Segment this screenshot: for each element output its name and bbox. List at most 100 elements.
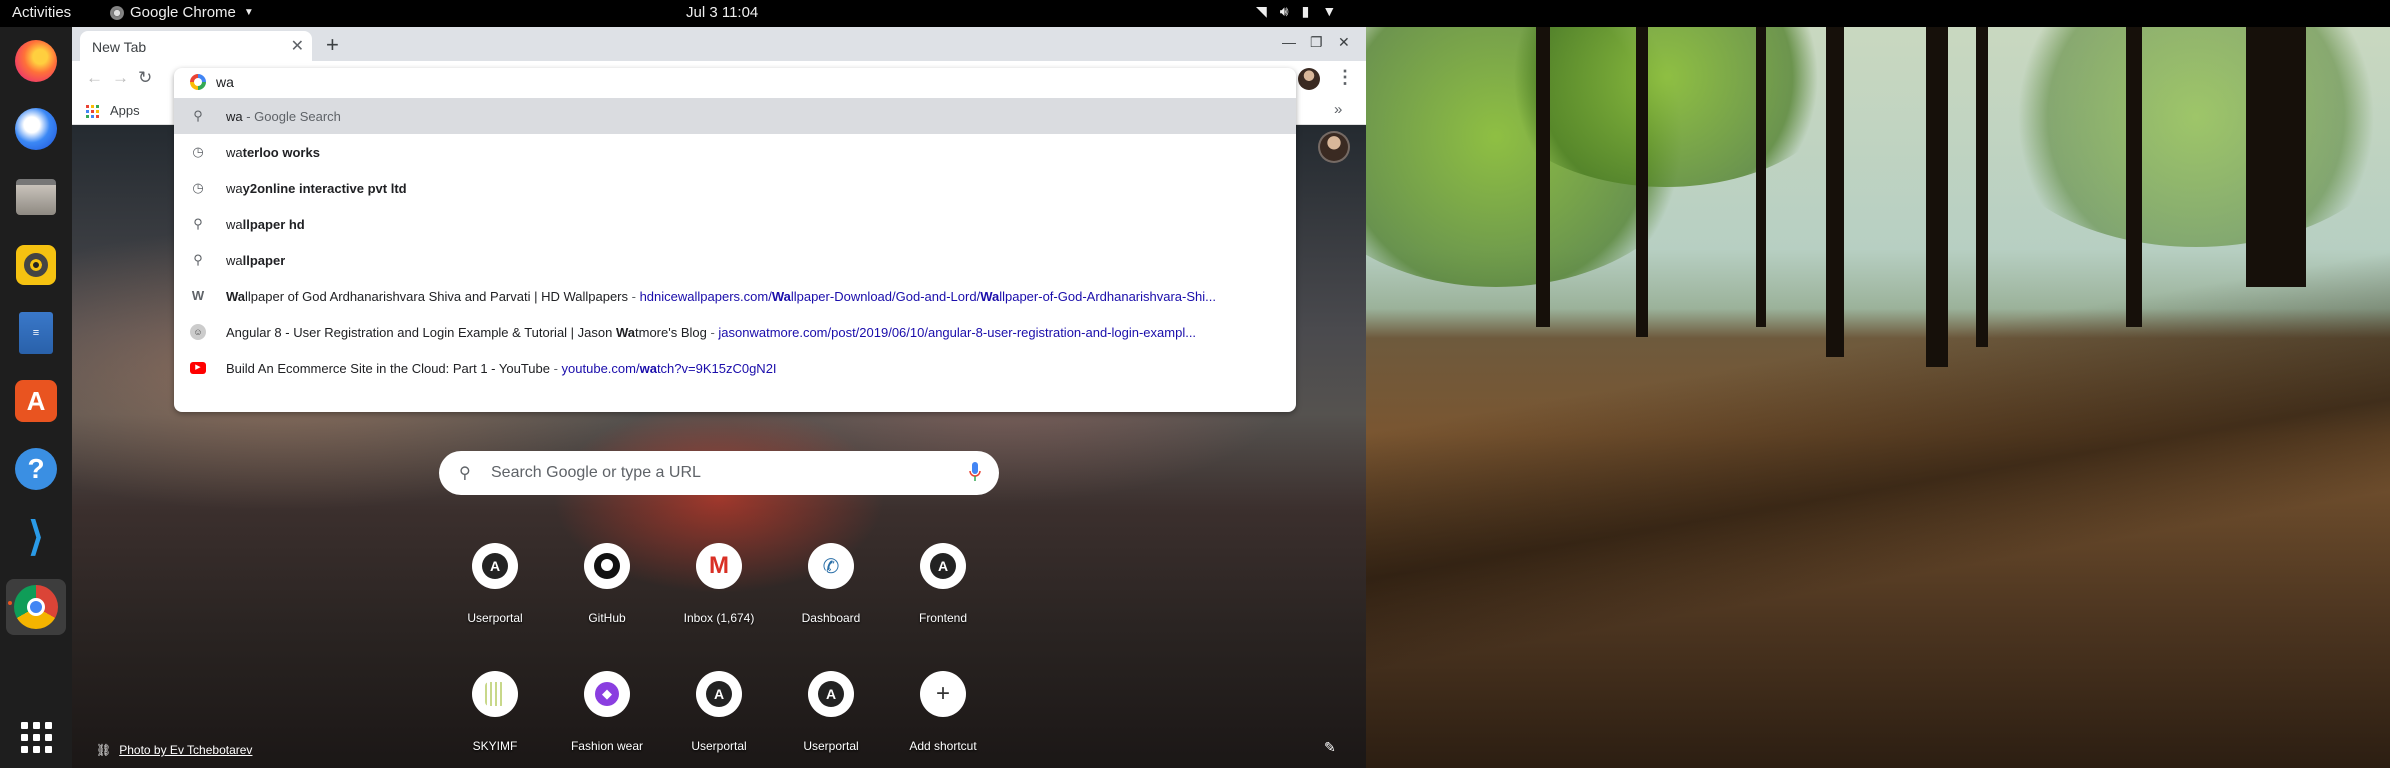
dock-files[interactable] (12, 173, 60, 221)
suggestion-completion: y2online interactive pvt ltd (242, 181, 407, 196)
bookmarks-overflow-button[interactable]: » (1334, 101, 1342, 118)
forward-button[interactable]: → (112, 68, 129, 88)
apps-grid-icon (86, 105, 99, 118)
suggestion-typed: wa (226, 145, 243, 160)
shortcut-tile[interactable]: GitHub (551, 543, 663, 639)
suggestion-title: Build An Ecommerce Site in the Cloud: Pa… (226, 361, 550, 376)
shortcut-label: Frontend (918, 611, 968, 625)
shortcut-label: Userportal (467, 611, 523, 625)
shortcut-tile[interactable]: M Inbox (1,674) (663, 543, 775, 639)
title-match: Wa (615, 325, 635, 340)
shortcut-tile[interactable]: ✆ Dashboard (775, 543, 887, 639)
new-tab-button[interactable]: + (326, 32, 339, 58)
chrome-menu-icon[interactable]: ⋮ (1336, 67, 1354, 88)
writer-icon: ≡ (19, 312, 53, 354)
dock-help[interactable]: ? (12, 445, 60, 493)
suggestion-row[interactable]: ⚲ wallpaper hd (174, 206, 1296, 242)
profile-avatar[interactable] (1298, 68, 1320, 90)
running-indicator (8, 601, 12, 605)
maximize-button[interactable]: ❐ (1310, 34, 1323, 51)
history-icon: ◷ (192, 144, 204, 159)
title-match: Wa (226, 289, 246, 304)
tab-title: New Tab (92, 39, 147, 55)
chrome-window: New Tab ✕ + — ❐ ✕ ← → ↻ ⋮ Apps » ⚲ Searc… (72, 27, 1366, 768)
shortcut-label: Userportal (803, 739, 859, 753)
clock[interactable]: Jul 3 11:04 (686, 4, 758, 21)
github-icon (594, 553, 620, 579)
shortcut-label: Add shortcut (909, 739, 977, 753)
suggestion-title: llpaper of God Ardhanarishvara Shiva and… (245, 289, 629, 304)
dock-vscode[interactable]: ⟩ (12, 513, 60, 561)
ntp-search-box[interactable]: ⚲ Search Google or type a URL (439, 451, 999, 495)
system-menu[interactable]: ◥ 🔊︎ ▮ ▼ (1256, 3, 1336, 20)
dock-chrome[interactable] (6, 579, 66, 635)
files-icon (16, 179, 56, 215)
firefox-icon (15, 40, 57, 82)
search-icon: ⚲ (193, 108, 203, 123)
wallpapers-favicon-icon: W (191, 288, 205, 303)
shortcut-tile[interactable]: A Userportal (775, 671, 887, 767)
angular-icon: A (482, 553, 508, 579)
suggestion-row[interactable]: ◷ waterloo works (174, 134, 1296, 170)
dock-thunderbird[interactable] (12, 105, 60, 153)
add-icon: + (935, 680, 950, 707)
angular-icon: A (818, 681, 844, 707)
google-g-icon (190, 74, 206, 90)
microphone-icon[interactable] (969, 461, 981, 483)
address-input[interactable]: wa (216, 74, 234, 90)
search-icon: ⚲ (193, 216, 203, 231)
suggestion-completion: llpaper (242, 253, 286, 268)
suggestion-row[interactable]: ⚲ wallpaper (174, 242, 1296, 278)
photo-credit-link[interactable]: ⛓ Photo by Ev Tchebotarev (96, 743, 252, 757)
shortcut-label: Userportal (691, 739, 747, 753)
chrome-app-icon (110, 5, 124, 20)
shortcut-tile[interactable]: ◆ Fashion wear (551, 671, 663, 767)
power-icon: ▼ (1322, 3, 1337, 19)
shortcut-tile[interactable]: SKYIMF (439, 671, 551, 767)
customize-pencil-icon[interactable]: ✎ (1324, 739, 1336, 756)
angular-icon: A (930, 553, 956, 579)
reload-button[interactable]: ↻ (138, 68, 152, 88)
shortcut-label: GitHub (588, 611, 626, 625)
shortcut-tile[interactable]: A Userportal (663, 671, 775, 767)
desktop-wallpaper (1366, 27, 2390, 768)
suggestion-row[interactable]: ▶ Build An Ecommerce Site in the Cloud: … (174, 350, 1296, 386)
app-menu[interactable]: Google Chrome ▼ (110, 4, 254, 21)
back-button[interactable]: ← (86, 68, 103, 88)
suggestion-url: hdnicewallpapers.com/Wallpaper-Download/… (639, 289, 1216, 304)
angular-icon: A (706, 681, 732, 707)
shortcut-tile[interactable]: A Userportal (439, 543, 551, 639)
software-store-icon: A (15, 380, 57, 422)
activities-button[interactable]: Activities (12, 4, 71, 21)
address-bar[interactable]: wa (174, 68, 1296, 98)
suggestion-typed: wa (226, 217, 243, 232)
gmail-icon: M (709, 552, 729, 579)
bookmark-apps[interactable]: Apps (110, 103, 140, 118)
suggestion-typed: wa (226, 253, 243, 268)
shortcut-tile[interactable]: A Frontend (887, 543, 999, 639)
close-window-button[interactable]: ✕ (1338, 34, 1350, 51)
ntp-profile-avatar[interactable] (1318, 131, 1350, 163)
suggestion-row[interactable]: ⚲ wa - Google Search (174, 98, 1296, 134)
shortcut-label: Dashboard (801, 611, 861, 625)
shortcut-label: Inbox (1,674) (683, 611, 755, 625)
dock-firefox[interactable] (12, 37, 60, 85)
show-applications-button[interactable] (12, 713, 60, 761)
dock-writer[interactable]: ≡ (12, 309, 60, 357)
dock-rhythmbox[interactable] (12, 241, 60, 289)
suggestion-row[interactable]: ◷ way2online interactive pvt ltd (174, 170, 1296, 206)
tab-new-tab[interactable]: New Tab ✕ (80, 31, 312, 61)
dashboard-icon: ✆ (822, 555, 840, 578)
omnibox-dropdown: wa ⚲ wa - Google Search ◷ waterloo works… (174, 68, 1296, 412)
volume-icon: 🔊︎ (1279, 3, 1289, 19)
suggestion-completion: llpaper hd (242, 217, 305, 232)
dock-software[interactable]: A (12, 377, 60, 425)
add-shortcut-tile[interactable]: + Add shortcut (887, 671, 999, 767)
chrome-icon (14, 585, 58, 629)
suggestion-row[interactable]: W Wallpaper of God Ardhanarishvara Shiva… (174, 278, 1296, 314)
suggestion-row[interactable]: ☺ Angular 8 - User Registration and Logi… (174, 314, 1296, 350)
shortcut-label: SKYIMF (472, 739, 518, 753)
close-tab-icon[interactable]: ✕ (291, 36, 304, 56)
suggestion-typed: wa (226, 109, 243, 124)
minimize-button[interactable]: — (1282, 34, 1296, 50)
